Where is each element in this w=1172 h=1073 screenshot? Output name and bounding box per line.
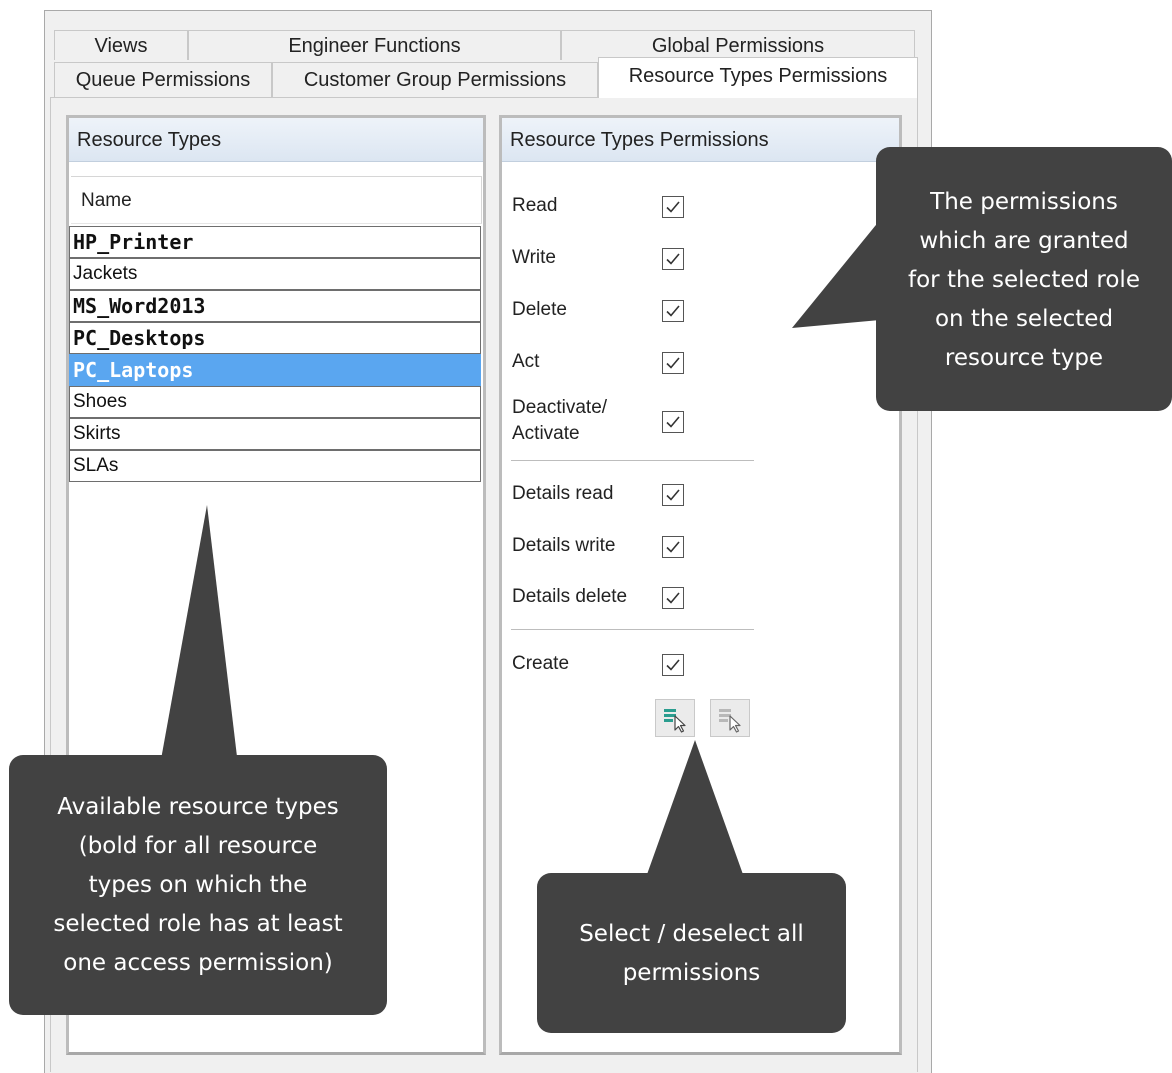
callout-line: selected role has at least	[53, 911, 343, 937]
permission-label-line: Create	[512, 653, 570, 674]
permission-label: Details delete	[512, 584, 627, 610]
permission-checkbox[interactable]	[662, 300, 684, 322]
permissions-header: Resource Types Permissions	[502, 118, 899, 162]
list-item[interactable]: SLAs	[69, 450, 481, 482]
callout-line: types on which the	[88, 872, 308, 898]
check-icon	[666, 592, 680, 604]
callout-line: Available resource types	[57, 794, 339, 820]
list-item[interactable]: PC_Laptops	[69, 354, 481, 386]
select-all-button[interactable]	[655, 699, 695, 737]
list-item[interactable]: MS_Word2013	[69, 290, 481, 322]
check-icon	[666, 416, 680, 428]
permission-checkbox[interactable]	[662, 536, 684, 558]
resource-types-callout: Available resource types (bold for all r…	[9, 755, 387, 1015]
list-item[interactable]: Shoes	[69, 386, 481, 418]
select-all-icon	[664, 709, 686, 733]
permission-checkbox[interactable]	[662, 411, 684, 433]
permissions-callout: The permissions which are granted for th…	[876, 147, 1172, 411]
list-item[interactable]: Jackets	[69, 258, 481, 290]
permission-label-line: Read	[512, 195, 558, 216]
permission-label-line: Details read	[512, 483, 614, 504]
permission-checkbox[interactable]	[662, 484, 684, 506]
callout-line: The permissions	[930, 189, 1118, 215]
permission-label: Read	[512, 193, 557, 219]
permission-checkbox[interactable]	[662, 352, 684, 374]
permission-label-line: Delete	[512, 299, 567, 320]
name-column-header[interactable]: Name	[71, 176, 482, 224]
list-item[interactable]: Skirts	[69, 418, 481, 450]
permission-checkbox[interactable]	[662, 587, 684, 609]
check-icon	[666, 489, 680, 501]
select-buttons-callout: Select / deselect all permissions	[537, 873, 846, 1033]
permission-label-line: Act	[512, 351, 540, 372]
permission-label-line: Activate	[512, 423, 580, 444]
list-item[interactable]: HP_Printer	[69, 226, 481, 258]
callout-line: permissions	[622, 960, 761, 986]
resource-types-callout-pointer	[160, 505, 238, 765]
permission-label-line: Details write	[512, 535, 616, 556]
separator	[511, 460, 754, 461]
check-icon	[666, 201, 680, 213]
permission-label: Create	[512, 651, 569, 677]
tab-engineer-functions[interactable]: Engineer Functions	[188, 30, 561, 60]
permission-label: Deactivate/Activate	[512, 395, 607, 447]
permission-label: Write	[512, 245, 556, 271]
permission-checkbox[interactable]	[662, 248, 684, 270]
check-icon	[666, 305, 680, 317]
deselect-all-icon	[719, 709, 741, 733]
callout-line: resource type	[944, 345, 1104, 371]
select-buttons-callout-pointer	[645, 740, 745, 880]
permission-label-line: Deactivate/	[512, 397, 608, 418]
tab-resource-types-permissions[interactable]: Resource Types Permissions	[598, 57, 918, 98]
check-icon	[666, 541, 680, 553]
tab-queue-permissions[interactable]: Queue Permissions	[54, 62, 272, 97]
permission-label: Delete	[512, 297, 567, 323]
tab-views[interactable]: Views	[54, 30, 188, 60]
permission-label-line: Details delete	[512, 586, 628, 607]
tab-customer-group-permissions[interactable]: Customer Group Permissions	[272, 62, 598, 97]
callout-line: one access permission)	[63, 950, 333, 976]
permission-label: Details read	[512, 481, 613, 507]
callout-line: on the selected	[934, 306, 1114, 332]
check-icon	[666, 357, 680, 369]
permission-label: Act	[512, 349, 539, 375]
list-item[interactable]: PC_Desktops	[69, 322, 481, 354]
resource-types-header: Resource Types	[69, 118, 483, 162]
check-icon	[666, 659, 680, 671]
callout-line: Select / deselect all	[579, 921, 804, 947]
tab-global-permissions[interactable]: Global Permissions	[561, 30, 915, 60]
deselect-all-button[interactable]	[710, 699, 750, 737]
permission-label: Details write	[512, 533, 615, 559]
permission-checkbox[interactable]	[662, 196, 684, 218]
callout-line: (bold for all resource	[78, 833, 318, 859]
callout-line: which are granted	[919, 228, 1129, 254]
permission-label-line: Write	[512, 247, 556, 268]
permission-checkbox[interactable]	[662, 654, 684, 676]
callout-line: for the selected role	[908, 267, 1140, 293]
check-icon	[666, 253, 680, 265]
separator	[511, 629, 754, 630]
